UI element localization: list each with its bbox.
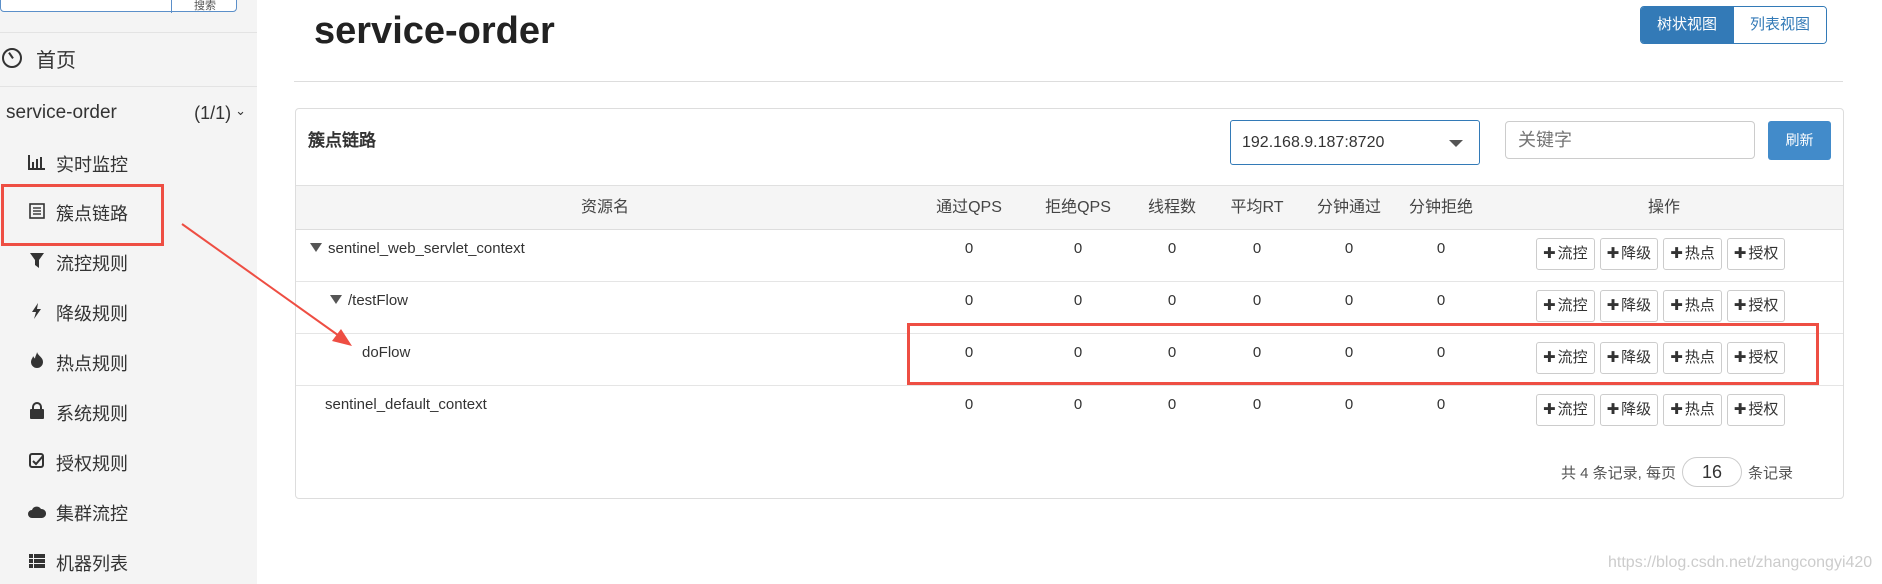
annotation-arrow: [181, 223, 352, 346]
watermark: https://blog.csdn.net/zhangcongyi420: [1608, 554, 1873, 571]
